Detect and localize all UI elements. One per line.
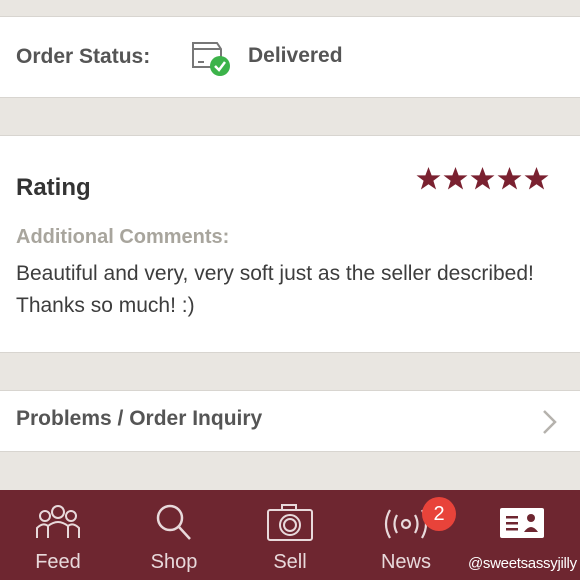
package-delivered-icon	[192, 42, 230, 76]
additional-comments-label: Additional Comments:	[16, 226, 230, 248]
username-label: @sweetsassyjilly	[468, 555, 577, 572]
order-inquiry-label: Problems / Order Inquiry	[16, 407, 263, 430]
camera-icon	[267, 504, 313, 541]
star-icon	[443, 167, 468, 190]
tab-sell[interactable]: Sell	[232, 490, 348, 580]
star-icon	[416, 167, 441, 190]
star-icon	[497, 167, 522, 190]
order-status-value: Delivered	[248, 44, 343, 67]
news-notification-badge: 2	[422, 497, 456, 531]
tab-feed[interactable]: Feed	[0, 490, 116, 580]
tab-news-label: News	[380, 551, 431, 573]
star-icon	[524, 167, 549, 190]
star-icon	[470, 167, 495, 190]
search-icon	[156, 504, 191, 540]
rating-card: Rating Additional Comments: Beautiful an…	[0, 135, 580, 353]
order-status-card: Order Status: Delivered	[0, 16, 580, 98]
profile-card-icon	[500, 508, 544, 538]
people-icon	[36, 505, 80, 538]
order-status-label: Order Status:	[16, 45, 151, 68]
additional-comments-text: Beautiful and very, very soft just as th…	[16, 262, 534, 317]
tab-shop-label: Shop	[150, 551, 198, 573]
tab-sell-label: Sell	[273, 551, 307, 573]
star-rating	[416, 166, 549, 191]
rating-label: Rating	[16, 174, 91, 201]
tab-feed-label: Feed	[35, 551, 81, 573]
chevron-right-icon	[543, 410, 557, 434]
tab-shop[interactable]: Shop	[116, 490, 232, 580]
order-inquiry-row[interactable]: Problems / Order Inquiry	[0, 390, 580, 452]
